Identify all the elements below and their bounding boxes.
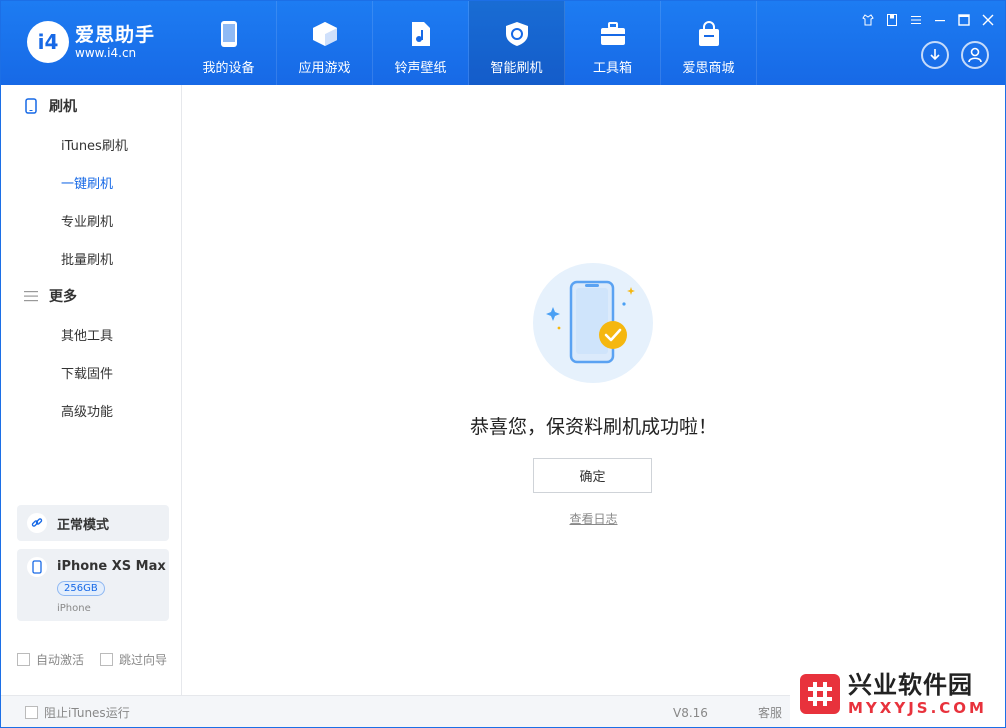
- sidebar-group-flash[interactable]: 刷机: [1, 87, 181, 125]
- top-bar: i4 爱思助手 www.i4.cn 我的设备 应用游戏 铃声壁纸 智能刷机 工具…: [1, 1, 1005, 85]
- checkbox-label: 阻止iTunes运行: [44, 706, 130, 720]
- user-icon[interactable]: [961, 41, 989, 69]
- device-card[interactable]: iPhone XS Max 256GB iPhone: [17, 549, 169, 621]
- version-label: V8.16: [673, 705, 708, 720]
- checkbox-box: [17, 653, 30, 666]
- minimize-icon[interactable]: [933, 13, 947, 27]
- block-itunes-checkbox[interactable]: 阻止iTunes运行: [25, 704, 130, 721]
- nav-ringtones-wallpapers[interactable]: 铃声壁纸: [373, 1, 469, 85]
- watermark-cn: 兴业软件园: [848, 671, 973, 699]
- auto-activate-checkbox[interactable]: 自动激活: [17, 651, 84, 668]
- cube-icon: [310, 19, 340, 49]
- main-content: 恭喜您，保资料刷机成功啦！ 确定 查看日志: [182, 85, 1005, 695]
- checkbox-label: 自动激活: [36, 653, 85, 667]
- sidebar-options: 自动激活 跳过向导: [17, 651, 167, 668]
- device-mode-label: 正常模式: [57, 517, 110, 533]
- feedback-icon[interactable]: [885, 13, 899, 27]
- skin-icon[interactable]: [861, 13, 875, 27]
- sidebar: 刷机 iTunes刷机 一键刷机 专业刷机 批量刷机 更多 其他工具 下载固件 …: [1, 85, 182, 695]
- app-name: 爱思助手: [75, 24, 156, 46]
- nav-label: 铃声壁纸: [394, 61, 447, 76]
- nav-smart-flash[interactable]: 智能刷机: [469, 1, 565, 85]
- phone-success-illustration: [532, 262, 654, 384]
- link-icon: [27, 513, 47, 533]
- checkbox-box: [25, 706, 38, 719]
- nav-my-device[interactable]: 我的设备: [181, 1, 277, 85]
- sidebar-item-advanced[interactable]: 高级功能: [1, 391, 181, 429]
- nav-label: 应用游戏: [298, 61, 351, 76]
- app-logo: i4 爱思助手 www.i4.cn: [27, 21, 155, 63]
- maximize-icon[interactable]: [957, 13, 971, 27]
- nav-label: 智能刷机: [490, 61, 543, 76]
- sidebar-item-one-click-flash[interactable]: 一键刷机: [1, 163, 181, 201]
- main-nav: 我的设备 应用游戏 铃声壁纸 智能刷机 工具箱 爱思商城: [181, 1, 757, 85]
- sidebar-item-other-tools[interactable]: 其他工具: [1, 315, 181, 353]
- device-mode-card: 正常模式: [17, 505, 169, 541]
- watermark-en: MYXYJS.COM: [848, 699, 987, 717]
- window-controls: [861, 13, 995, 27]
- nav-label: 爱思商城: [682, 61, 735, 76]
- close-icon[interactable]: [981, 13, 995, 27]
- header-actions: [921, 41, 989, 69]
- app-url: www.i4.cn: [75, 46, 137, 60]
- phone-icon: [214, 19, 244, 49]
- sidebar-item-pro-flash[interactable]: 专业刷机: [1, 201, 181, 239]
- site-watermark: 兴业软件园 MYXYJS.COM: [790, 661, 1005, 727]
- music-file-icon: [406, 19, 436, 49]
- app-window: i4 爱思助手 www.i4.cn 我的设备 应用游戏 铃声壁纸 智能刷机 工具…: [0, 0, 1006, 728]
- success-message: 恭喜您，保资料刷机成功啦！: [469, 416, 717, 438]
- checkbox-label: 跳过向导: [119, 653, 168, 667]
- sidebar-group-more[interactable]: 更多: [1, 277, 181, 315]
- customer-service-link[interactable]: 客服: [758, 704, 782, 721]
- nav-label: 我的设备: [202, 61, 255, 76]
- phone-icon: [27, 557, 47, 577]
- skip-guide-checkbox[interactable]: 跳过向导: [100, 651, 167, 668]
- confirm-button[interactable]: 确定: [533, 458, 652, 493]
- device-type: iPhone: [57, 603, 91, 614]
- sidebar-item-itunes-flash[interactable]: iTunes刷机: [1, 125, 181, 163]
- sidebar-item-batch-flash[interactable]: 批量刷机: [1, 239, 181, 277]
- sidebar-group-label: 刷机: [49, 99, 77, 115]
- device-name: iPhone XS Max: [57, 559, 166, 574]
- checkbox-box: [100, 653, 114, 666]
- shopping-bag-icon: [694, 19, 724, 49]
- refresh-shield-icon: [502, 19, 532, 49]
- device-capacity-badge: 256GB: [57, 581, 105, 596]
- nav-label: 工具箱: [592, 61, 632, 76]
- sidebar-group-label: 更多: [49, 289, 77, 305]
- download-icon[interactable]: [921, 41, 949, 69]
- nav-store[interactable]: 爱思商城: [661, 1, 757, 85]
- phone-outline-icon: [23, 98, 39, 114]
- nav-apps-games[interactable]: 应用游戏: [277, 1, 373, 85]
- list-icon: [23, 288, 39, 304]
- menu-icon[interactable]: [909, 13, 923, 27]
- nav-toolbox[interactable]: 工具箱: [565, 1, 661, 85]
- sidebar-item-download-firmware[interactable]: 下载固件: [1, 353, 181, 391]
- toolbox-icon: [598, 19, 628, 49]
- logo-icon: i4: [27, 21, 69, 63]
- view-log-link[interactable]: 查看日志: [182, 510, 1005, 527]
- hash-logo-icon: [800, 674, 840, 714]
